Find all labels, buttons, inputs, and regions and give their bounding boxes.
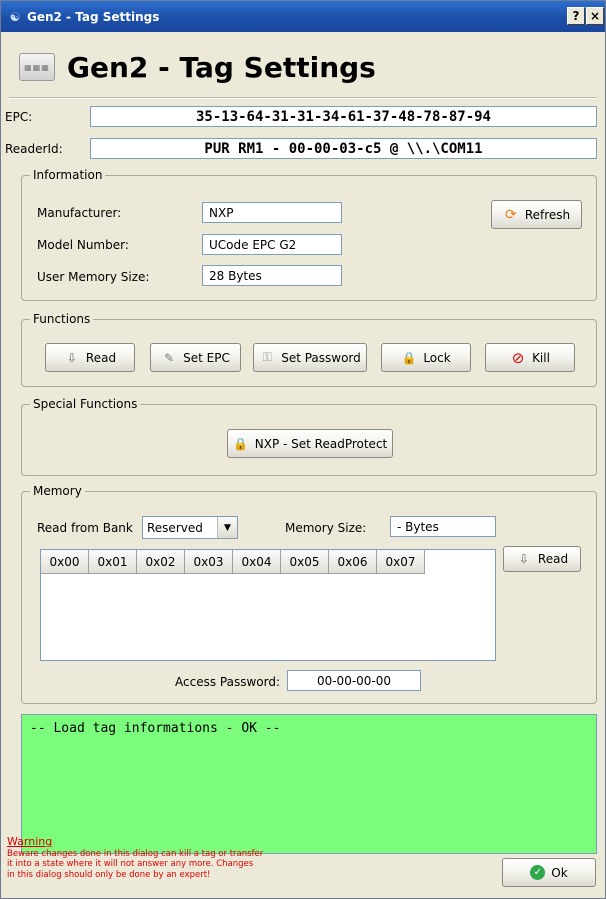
status-log: -- Load tag informations - OK --: [21, 714, 597, 854]
column-header[interactable]: 0x00: [41, 550, 89, 574]
column-header[interactable]: 0x07: [377, 550, 425, 574]
kill-button[interactable]: ⊘ Kill: [485, 343, 575, 372]
epc-label: EPC:: [5, 110, 33, 124]
column-header[interactable]: 0x06: [329, 550, 377, 574]
memory-read-button[interactable]: ⇩ Read: [503, 546, 581, 572]
window-title: Gen2 - Tag Settings: [27, 9, 160, 24]
epc-field[interactable]: 35-13-64-31-31-34-61-37-48-78-87-94: [90, 106, 597, 127]
read-button-label: Read: [85, 350, 117, 365]
lock-button[interactable]: 🔒 Lock: [381, 343, 471, 372]
lock-icon: 🔒: [233, 436, 249, 451]
warning-line: it into a state where it will not answer…: [7, 859, 254, 869]
memory-group-title: Memory: [30, 484, 85, 498]
nxp-set-readprotect-button[interactable]: 🔒 NXP - Set ReadProtect: [227, 429, 393, 458]
manufacturer-label: Manufacturer:: [37, 206, 122, 220]
information-group: Information Manufacturer: NXP Model Numb…: [21, 168, 597, 301]
dialog-window: ☯ Gen2 - Tag Settings ? × ▦▦▦ Gen2 - Tag…: [0, 0, 606, 899]
memory-size-label: Memory Size:: [285, 521, 367, 535]
no-entry-icon: ⊘: [511, 348, 525, 367]
app-icon: ☯: [9, 9, 21, 24]
memory-table-header: 0x00 0x01 0x02 0x03 0x04 0x05 0x06 0x07: [41, 550, 425, 574]
lock-icon: 🔒: [401, 350, 417, 365]
read-icon: ⇩: [66, 350, 77, 365]
warning-line: Beware changes done in this dialog can k…: [7, 848, 264, 859]
warning-text: Warning Beware changes done in this dial…: [7, 835, 337, 880]
check-circle-icon: ✓: [530, 865, 546, 880]
column-header[interactable]: 0x01: [89, 550, 137, 574]
rfid-tag-icon: ▦▦▦: [19, 53, 55, 81]
set-password-button[interactable]: ⚿ Set Password: [253, 343, 367, 372]
set-epc-button-label: Set EPC: [183, 350, 230, 365]
access-password-label: Access Password:: [175, 675, 280, 689]
memory-table[interactable]: 0x00 0x01 0x02 0x03 0x04 0x05 0x06 0x07: [40, 549, 496, 661]
access-password-field[interactable]: 00-00-00-00: [287, 670, 421, 691]
special-functions-group: Special Functions 🔒 NXP - Set ReadProtec…: [21, 397, 597, 476]
chevron-down-icon[interactable]: ▼: [217, 517, 237, 538]
read-button[interactable]: ⇩ Read: [45, 343, 135, 372]
key-icon: ⚿: [262, 350, 272, 364]
refresh-button-label: Refresh: [524, 207, 571, 222]
information-group-title: Information: [30, 168, 106, 182]
lock-button-label: Lock: [423, 350, 451, 365]
user-memory-size-field[interactable]: 28 Bytes: [202, 265, 342, 286]
ok-button[interactable]: ✓ Ok: [502, 858, 596, 887]
page-heading: ▦▦▦ Gen2 - Tag Settings: [19, 47, 376, 87]
functions-group: Functions ⇩ Read ✎ Set EPC ⚿ Set Passwor…: [21, 312, 597, 387]
refresh-button[interactable]: ⟳ Refresh: [491, 200, 582, 229]
kill-button-label: Kill: [532, 350, 550, 365]
bank-select-value: Reserved: [147, 520, 203, 535]
column-header[interactable]: 0x02: [137, 550, 185, 574]
read-icon: ⇩: [518, 552, 529, 566]
reader-id-field[interactable]: PUR RM1 - 00-00-03-c5 @ \\.\COM11: [90, 138, 597, 159]
read-from-bank-label: Read from Bank: [37, 521, 133, 535]
memory-size-field[interactable]: - Bytes: [390, 516, 496, 537]
column-header[interactable]: 0x05: [281, 550, 329, 574]
close-button[interactable]: ×: [586, 7, 604, 25]
functions-group-title: Functions: [30, 312, 94, 326]
bank-select[interactable]: Reserved ▼: [142, 516, 238, 539]
set-password-button-label: Set Password: [281, 350, 361, 365]
manufacturer-field[interactable]: NXP: [202, 202, 342, 223]
set-epc-button[interactable]: ✎ Set EPC: [150, 343, 241, 372]
header-divider: [9, 97, 597, 99]
column-header[interactable]: 0x04: [233, 550, 281, 574]
page-title: Gen2 - Tag Settings: [67, 50, 376, 84]
nxp-set-readprotect-label: NXP - Set ReadProtect: [254, 436, 388, 451]
memory-group: Memory Read from Bank Reserved ▼ Memory …: [21, 484, 597, 704]
refresh-icon: ⟳: [504, 206, 517, 223]
memory-read-button-label: Read: [537, 552, 569, 566]
reader-id-label: ReaderId:: [5, 142, 63, 156]
model-number-label: Model Number:: [37, 238, 129, 252]
title-bar[interactable]: ☯ Gen2 - Tag Settings ? ×: [1, 1, 605, 32]
warning-title: Warning: [7, 835, 53, 848]
warning-line: in this dialog should only be done by an…: [7, 869, 211, 880]
special-functions-group-title: Special Functions: [30, 397, 141, 411]
pen-icon: ✎: [164, 350, 175, 365]
ok-button-label: Ok: [551, 865, 568, 880]
column-header[interactable]: 0x03: [185, 550, 233, 574]
model-number-field[interactable]: UCode EPC G2: [202, 234, 342, 255]
help-button[interactable]: ?: [567, 7, 585, 25]
user-memory-size-label: User Memory Size:: [37, 270, 150, 284]
